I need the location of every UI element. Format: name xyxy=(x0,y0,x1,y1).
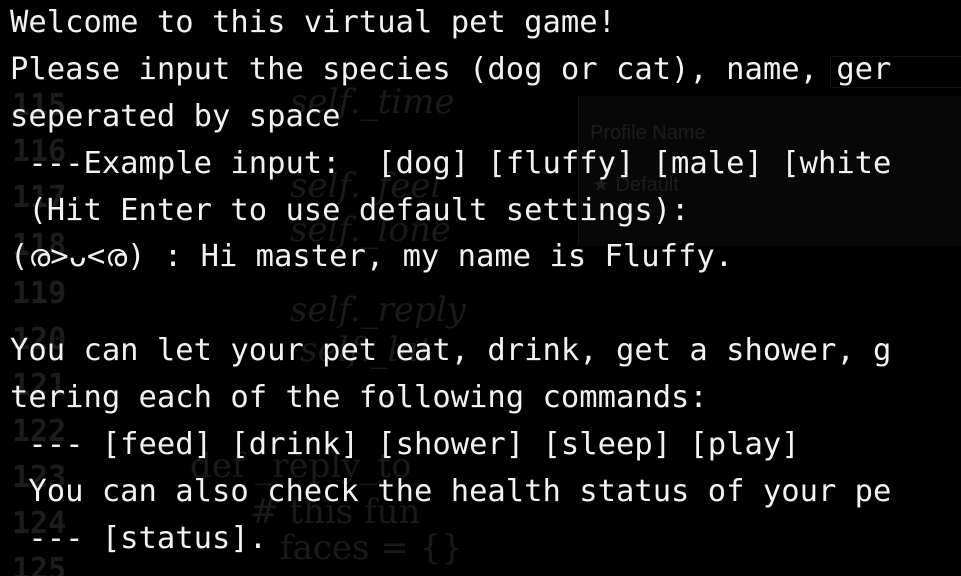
output-line-input-prompt: Please input the species (dog or cat), n… xyxy=(10,51,892,87)
terminal-output: Welcome to this virtual pet game! Please… xyxy=(10,0,891,563)
output-line-command-list: --- [feed] [drink] [shower] [sleep] [pla… xyxy=(10,427,800,463)
output-line-pet-greeting: (ര>ᴗ<ര) : Hi master, my name is Fluffy. xyxy=(10,239,734,275)
output-line-actions-intro-cont: tering each of the following commands: xyxy=(10,380,708,416)
output-line-status-command: --- [status]. xyxy=(10,520,268,556)
output-line-separator-note: seperated by space xyxy=(10,98,341,134)
output-line-status-intro: You can also check the health status of … xyxy=(10,473,892,509)
terminal-window[interactable]: Profile Name ★ Default 115 116 117 118 1… xyxy=(0,0,961,576)
output-line-actions-intro: You can let your pet eat, drink, get a s… xyxy=(10,333,892,369)
output-line-blank xyxy=(10,281,891,328)
output-line-example-input: ---Example input: [dog] [fluffy] [male] … xyxy=(10,145,892,181)
output-line-default-hint: (Hit Enter to use default settings): xyxy=(10,192,690,228)
output-line-welcome: Welcome to this virtual pet game! xyxy=(10,5,616,40)
